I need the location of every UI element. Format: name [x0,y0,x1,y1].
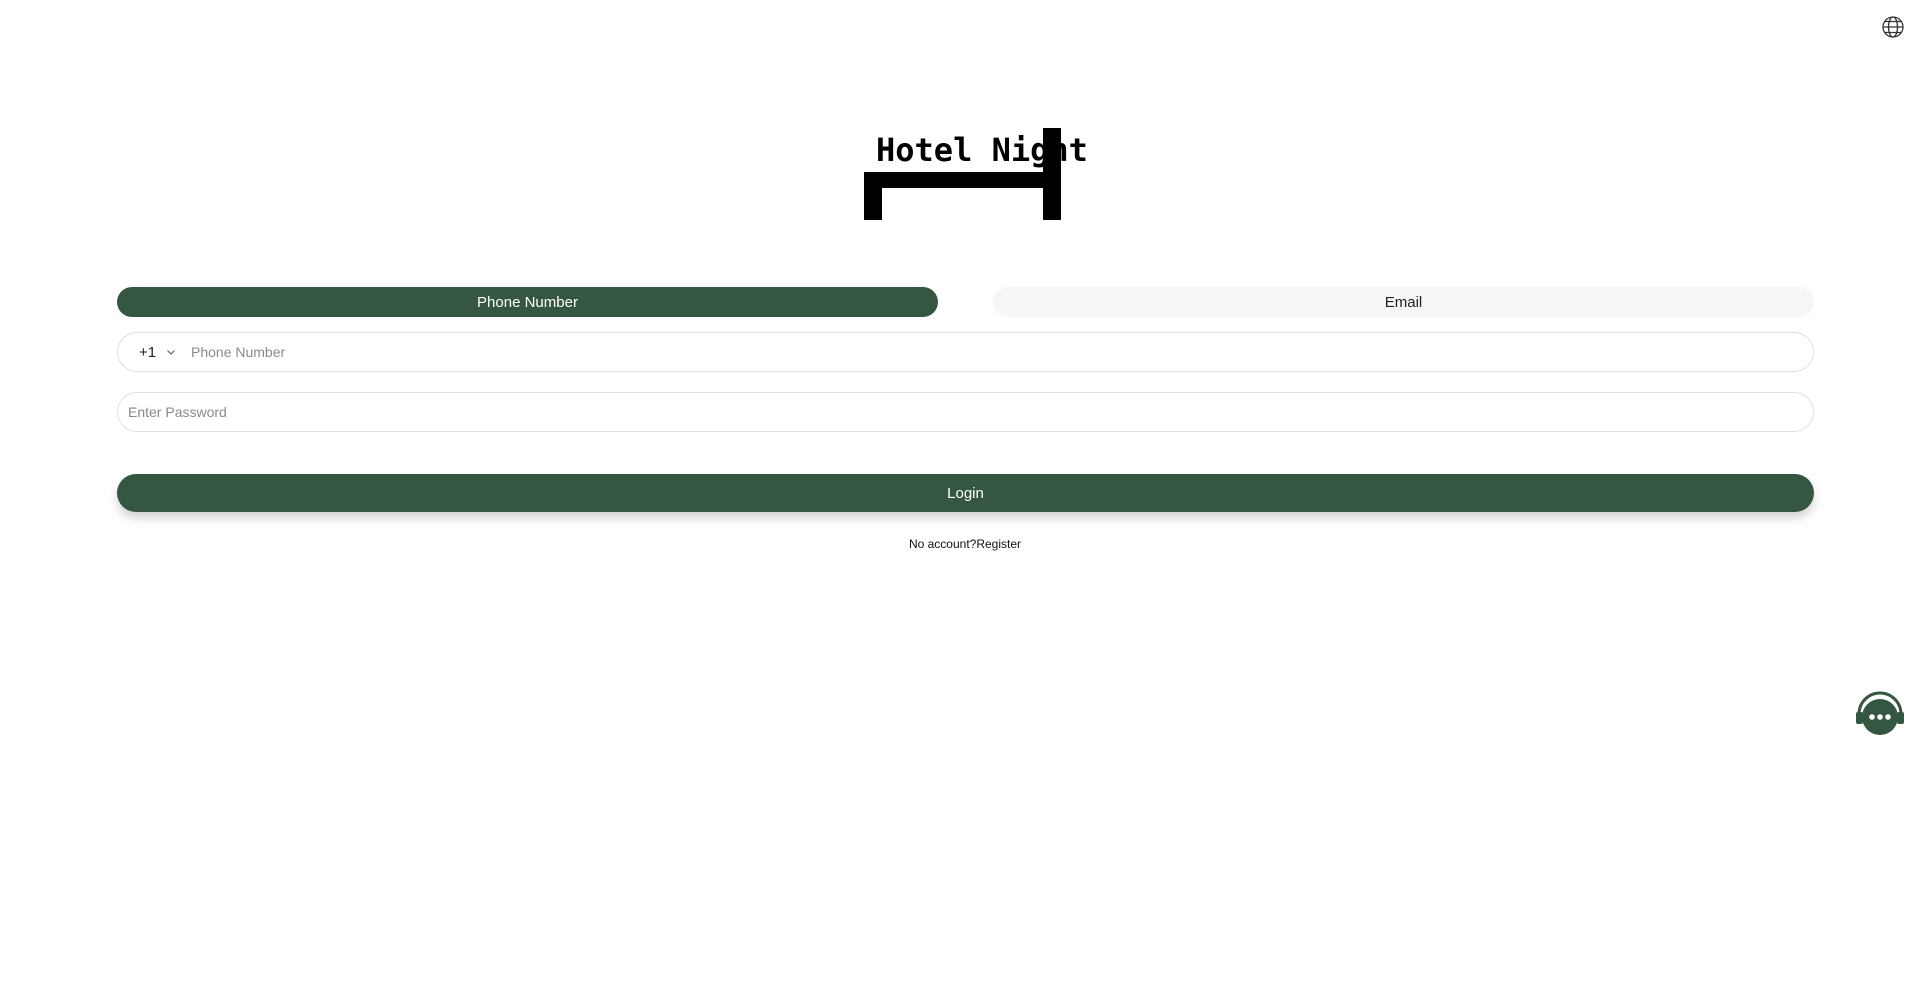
customer-support-icon [1856,691,1904,735]
phone-field: +1 [117,332,1814,372]
country-code-value: +1 [139,343,157,361]
hotel-night-logo: Hotel Night [864,128,1088,220]
globe-icon [1882,16,1904,38]
password-input[interactable] [118,393,1813,431]
phone-number-input[interactable] [191,333,1813,371]
logo-bed-headboard [1043,128,1061,220]
logo-bed-leg-left [864,172,882,220]
customer-support-button[interactable] [1855,690,1905,736]
login-method-tabs: Phone Number Email [117,287,1814,317]
register-prompt: No account?Register [0,537,1920,551]
register-link[interactable]: Register [976,537,1021,551]
country-code-select[interactable]: +1 [118,333,191,371]
login-button[interactable]: Login [117,474,1814,512]
logo-bed-frame [864,172,1061,188]
tab-phone-number[interactable]: Phone Number [117,287,938,317]
tab-email[interactable]: Email [993,287,1814,317]
language-button[interactable] [1880,14,1906,40]
password-field [117,392,1814,432]
chevron-down-icon [167,350,176,355]
no-account-text: No account? [908,537,977,551]
